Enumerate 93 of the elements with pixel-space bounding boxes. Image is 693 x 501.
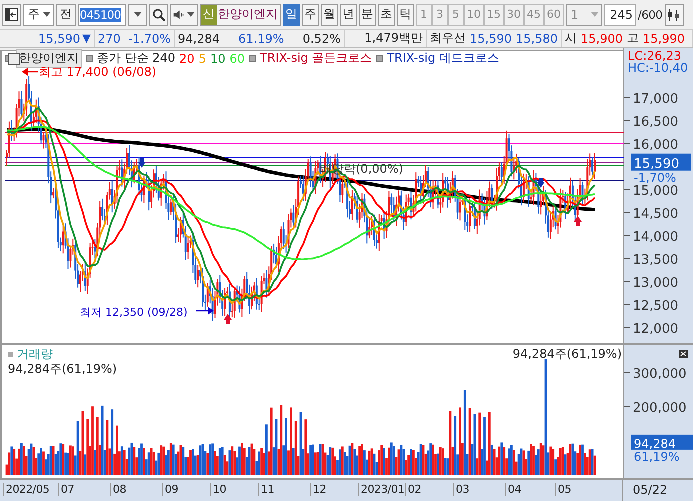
date-axis-label: 09 [162,483,178,496]
price-axis-label: 16,500 [633,115,678,130]
search-icon [152,8,166,22]
dropdown-button[interactable] [128,4,147,26]
price-axis-label: 14,000 [633,230,678,245]
signal-label[interactable]: TRIX-sig 데드크로스 [387,50,500,67]
signal-label[interactable]: TRIX-sig 골든크로스 [260,50,372,67]
stock-name-label[interactable]: 한양이엔지 [16,49,82,68]
volume-axis-label: 200,000 [633,401,687,416]
legend-marker-icon [376,55,384,62]
high-price: 15,990 [643,32,685,46]
moving-average-period: 60 [230,52,246,66]
close-icon[interactable] [679,350,688,358]
legend-marker-icon [8,352,13,357]
legend-marker-icon [249,55,256,62]
date-axis-label: 10 [210,483,226,496]
sell-signal-icon [537,178,545,188]
arrow-icon [22,68,38,76]
change-rate: -1.70% [128,32,171,46]
buy-signal-icon [224,314,232,324]
period-tab[interactable]: 초 [378,4,395,26]
price-axis-label: 13,000 [633,276,678,291]
panel-toggle-button[interactable] [2,4,21,26]
count-max: /600 [638,8,663,22]
open-label: 시 [565,30,577,47]
legend-marker-icon [86,55,93,62]
down-arrow-icon: ▼ [82,32,91,45]
price-axis-label: 12,000 [633,322,678,337]
period-tab[interactable]: 분 [359,4,376,26]
volume-axis-label: 300,000 [633,367,687,382]
period-type-dropdown[interactable]: 주 [23,4,54,26]
current-date-label: 05/22 [632,482,668,499]
price-axis-label: 13,500 [633,253,678,268]
sell-signal-icon [138,158,146,168]
prev-button[interactable]: 전 [56,4,76,26]
volume-note: 94,284주(61,19%) [512,347,622,361]
period-tab[interactable]: 년 [340,4,357,26]
stock-name: 한양이엔지 [218,6,278,23]
volume-rate-label: 61,19% [634,450,680,464]
moving-average-period: 20 [180,52,195,66]
date-axis-label: 04 [505,483,522,496]
table-icon[interactable] [8,54,20,66]
price-axis-label: 16,000 [633,138,678,153]
buy-signal-icon [574,216,582,226]
stock-code-field[interactable]: 045100 [78,4,126,26]
date-axis-label: 12 [310,483,326,496]
date-axis-label: 11 [258,483,274,496]
volume-value: 94,284 [178,32,220,46]
volume-note: 94,284주(61,19%) [8,362,118,376]
sound-dropdown[interactable] [170,4,198,26]
open-price: 15,900 [581,32,623,46]
period-tab[interactable]: 월 [321,4,338,26]
high-price-note: 최고 17,400 (06/08) [39,65,157,79]
period-tab[interactable]: 일 [283,4,300,26]
bid-price: 15,580 [516,32,558,46]
moving-average-period: 10 [210,52,226,66]
current-price: 15,590 [38,32,81,46]
low-price-note: 최저 12,350 (09/28) [80,306,188,319]
moving-average-label[interactable]: 종가 단순 240 [97,50,176,67]
lc-label: LC:26,23 [628,49,682,63]
period-tab[interactable]: 주 [302,4,319,26]
period-tab[interactable]: 틱 [397,4,414,26]
trade-amount: 1,479백만 [364,30,423,47]
high-label: 고 [627,30,639,47]
best-quote-label: 최우선 [430,30,466,47]
arrow-icon [196,307,214,315]
price-axis-label: 17,000 [633,92,678,107]
speaker-icon [173,8,185,20]
count-field[interactable]: 245 [604,4,636,26]
date-axis-label: 2023/01 [358,483,405,496]
search-button[interactable] [149,4,168,26]
date-axis-label: 08 [110,483,126,496]
date-axis-label: 05 [555,483,572,496]
new-badge: 신 [201,4,217,24]
ask-price: 15,590 [470,32,512,46]
turnover-rate: 0.52% [302,32,341,46]
current-volume-marker: 94,284 [631,434,693,451]
volume-rate: 61.19% [238,32,284,46]
date-axis-label: 07 [58,483,74,496]
date-axis-label: 03 [453,483,470,496]
stock-name-field[interactable]: 신 한양이엔지 [200,4,281,26]
date-axis-label: 2022/05 [3,483,50,496]
date-axis-label: 02 [405,483,422,496]
chart-type-button[interactable] [664,4,684,26]
current-price-marker: 15,590 [631,154,691,172]
change-rate-axis-label: -1,70% [634,170,676,185]
price-change: 270 [98,32,121,46]
panel-icon [4,8,18,22]
moving-average-period: 5 [198,52,206,66]
hc-label: HC:-10,40 [628,61,688,75]
price-axis-label: 15,000 [633,184,678,199]
price-axis-label: 12,500 [633,299,678,314]
price-axis-label: 14,500 [633,207,678,222]
